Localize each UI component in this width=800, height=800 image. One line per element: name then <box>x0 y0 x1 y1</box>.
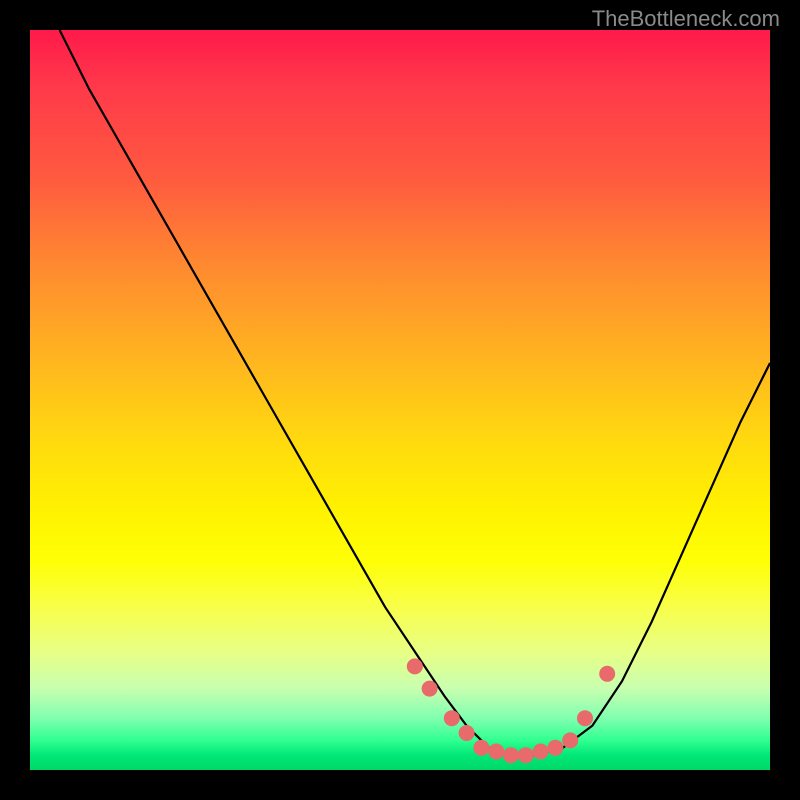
data-point <box>599 666 615 682</box>
bottleneck-curve-line <box>60 30 770 755</box>
data-point <box>547 740 563 756</box>
data-point <box>444 710 460 726</box>
data-point <box>518 747 534 763</box>
chart-svg <box>30 30 770 770</box>
data-point <box>459 725 475 741</box>
chart-plot-area <box>30 30 770 770</box>
data-points-group <box>407 658 615 763</box>
data-point <box>562 732 578 748</box>
data-point <box>407 658 423 674</box>
data-point <box>577 710 593 726</box>
watermark-text: TheBottleneck.com <box>592 6 780 32</box>
data-point <box>488 744 504 760</box>
data-point <box>422 681 438 697</box>
data-point <box>503 747 519 763</box>
data-point <box>533 744 549 760</box>
data-point <box>473 740 489 756</box>
